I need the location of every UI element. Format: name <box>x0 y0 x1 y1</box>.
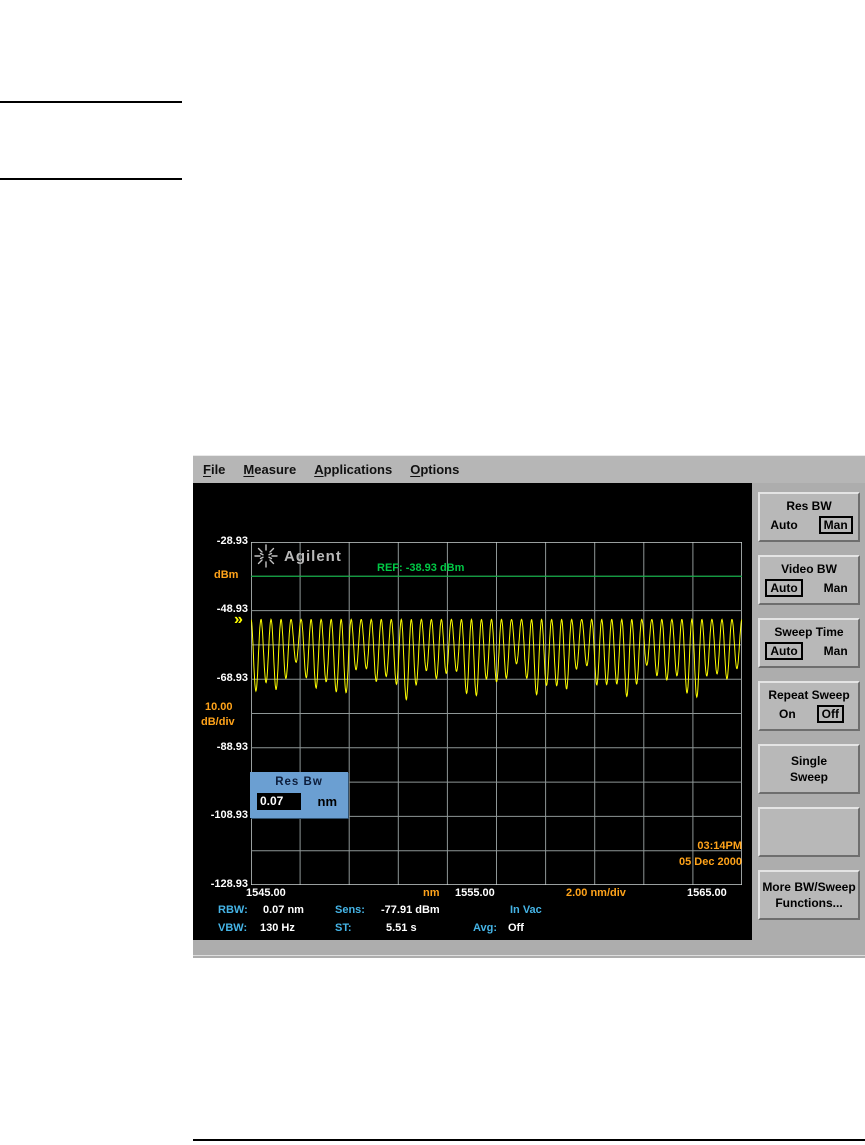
document-page: File Measure Applications Options -28.93… <box>0 0 865 1145</box>
x-axis-unit: nm <box>423 887 440 899</box>
header-rule-top <box>0 101 182 103</box>
spectrum-plot <box>251 542 742 885</box>
menu-applications[interactable]: Applications <box>314 462 392 477</box>
brand-name: Agilent <box>284 547 342 565</box>
status-rbw-value: 0.07 nm <box>263 904 304 916</box>
y-tick-label: -108.93 <box>210 809 248 821</box>
status-invac-label: In Vac <box>510 904 542 916</box>
trace-level-marker-icon: » <box>234 611 243 628</box>
res-bw-value-field[interactable]: 0.07 <box>257 793 301 810</box>
softkey-repeat-sweep[interactable]: Repeat Sweep On Off <box>758 681 860 731</box>
agilent-spark-icon <box>254 544 278 568</box>
status-avg-value: Off <box>508 922 524 934</box>
repeat-sweep-on-option[interactable]: On <box>774 705 801 723</box>
softkey-panel: Res BW Auto Man Video BW Auto Man Sweep … <box>752 483 865 940</box>
agilent-logo: Agilent <box>254 544 342 568</box>
y-scale-value: 10.00 <box>205 701 233 713</box>
softkey-single-sweep[interactable]: Single Sweep <box>758 744 860 794</box>
x-tick-label: 1545.00 <box>246 887 286 899</box>
softkey-more-bw-sweep[interactable]: More BW/Sweep Functions... <box>758 870 860 920</box>
y-axis-unit: dBm <box>214 569 239 581</box>
softkey-blank[interactable] <box>758 807 860 857</box>
popup-title: Res Bw <box>275 776 323 788</box>
softkey-res-bw[interactable]: Res BW Auto Man <box>758 492 860 542</box>
window-status-bar <box>193 940 865 958</box>
softkey-video-bw[interactable]: Video BW Auto Man <box>758 555 860 605</box>
analyzer-screen: -28.93 -48.93 -68.93 -88.93 -108.93 -128… <box>193 483 752 940</box>
y-tick-label: -128.93 <box>210 878 248 890</box>
video-bw-man-option[interactable]: Man <box>819 579 853 597</box>
ref-level-label: REF: -38.93 dBm <box>377 562 465 574</box>
menu-measure[interactable]: Measure <box>243 462 296 477</box>
header-rule-bottom <box>0 178 182 180</box>
window-body: -28.93 -48.93 -68.93 -88.93 -108.93 -128… <box>193 483 865 940</box>
osa-application-window: File Measure Applications Options -28.93… <box>193 455 865 958</box>
sweep-time-auto-option[interactable]: Auto <box>765 642 803 660</box>
status-avg-label: Avg: <box>473 922 498 934</box>
x-tick-label: 1555.00 <box>455 887 495 899</box>
repeat-sweep-off-option[interactable]: Off <box>816 705 844 723</box>
res-bw-man-option[interactable]: Man <box>818 516 853 534</box>
sweep-time-man-option[interactable]: Man <box>819 642 853 660</box>
y-tick-label: -88.93 <box>216 741 248 753</box>
x-tick-label: 1565.00 <box>687 887 727 899</box>
status-rbw-label: RBW: <box>218 904 248 916</box>
x-scale-label: 2.00 nm/div <box>566 887 626 899</box>
clock-date: 05 Dec 2000 <box>679 856 742 868</box>
menu-bar: File Measure Applications Options <box>193 455 865 483</box>
y-tick-label: -68.93 <box>216 672 248 684</box>
y-tick-label: -28.93 <box>216 535 248 547</box>
status-sens-label: Sens: <box>335 904 365 916</box>
video-bw-auto-option[interactable]: Auto <box>765 579 803 597</box>
status-st-value: 5.51 s <box>386 922 417 934</box>
menu-options[interactable]: Options <box>410 462 459 477</box>
res-bw-popup: Res Bw 0.07 nm <box>250 772 348 818</box>
status-st-label: ST: <box>335 922 352 934</box>
status-vbw-label: VBW: <box>218 922 248 934</box>
status-sens-value: -77.91 dBm <box>381 904 440 916</box>
footer-rule <box>193 1139 865 1141</box>
res-bw-auto-option[interactable]: Auto <box>765 516 802 534</box>
popup-unit-label: nm <box>317 794 338 809</box>
y-scale-unit: dB/div <box>201 716 235 728</box>
status-vbw-value: 130 Hz <box>260 922 295 934</box>
menu-file[interactable]: File <box>203 462 225 477</box>
clock-time: 03:14PM <box>697 840 742 852</box>
clock: 03:14PM 05 Dec 2000 <box>679 838 742 870</box>
softkey-sweep-time[interactable]: Sweep Time Auto Man <box>758 618 860 668</box>
